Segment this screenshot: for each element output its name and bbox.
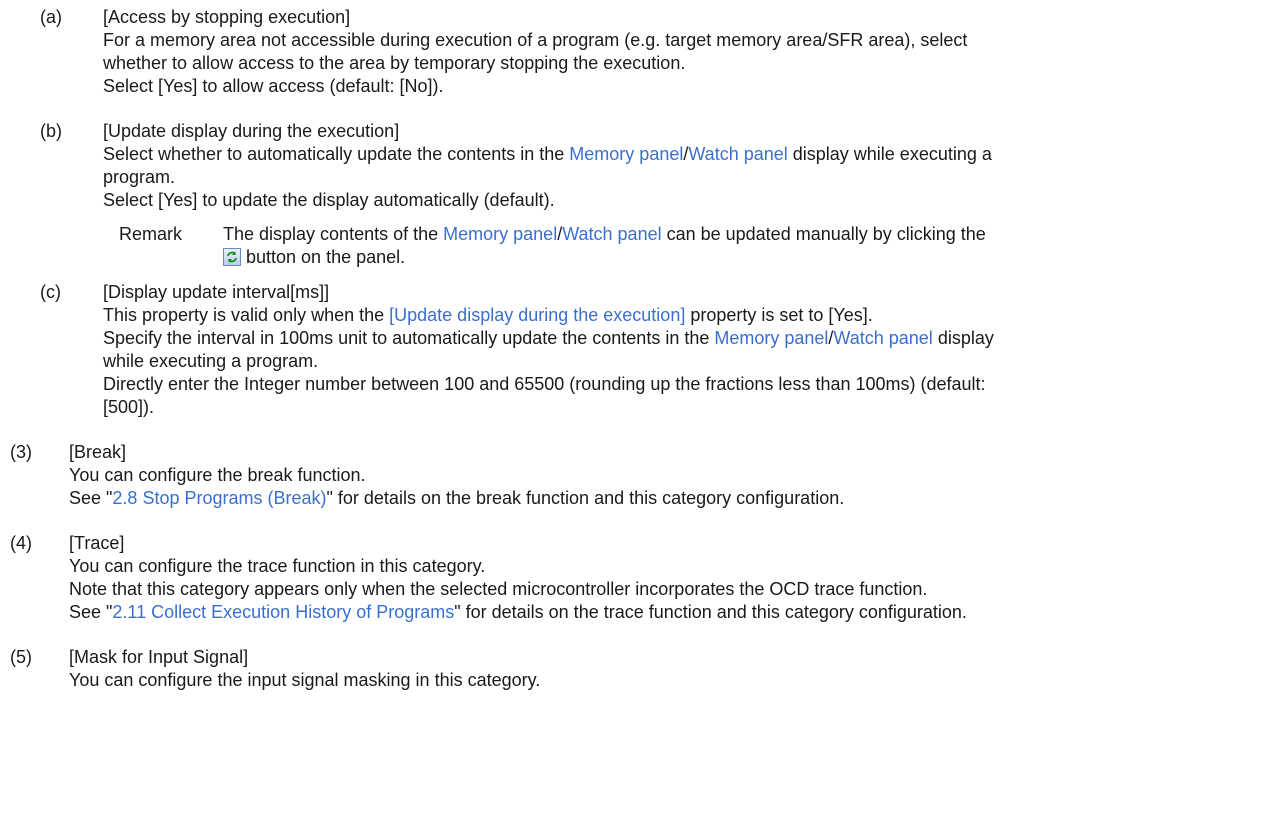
sub-c-line2-pre: Specify the interval in 100ms unit to au… <box>103 328 715 348</box>
remark-line2: button on the panel. <box>223 246 405 268</box>
stop-programs-link[interactable]: 2.8 Stop Programs (Break) <box>112 488 326 508</box>
remark-pre: The display contents of the <box>223 224 444 244</box>
remark-post: can be updated manually by clicking the <box>661 224 986 244</box>
sec3-line2: See "2.8 Stop Programs (Break)" for deta… <box>69 487 844 509</box>
sec5-title: [Mask for Input Signal] <box>69 647 249 667</box>
remark-line2-text: button on the panel. <box>241 247 406 267</box>
sub-b-line1-post: display while executing a <box>787 144 992 164</box>
sec5-line1: You can configure the input signal maski… <box>69 670 541 690</box>
sec4-line3-post: " for details on the trace function and … <box>454 602 967 622</box>
sub-a-title: [Access by stopping execution] <box>103 7 351 27</box>
sub-b-title: [Update display during the execution] <box>103 121 400 141</box>
sec4-label: (4) <box>10 533 32 553</box>
memory-panel-link[interactable]: Memory panel <box>714 328 828 348</box>
sec4-line3-pre: See " <box>69 602 113 622</box>
sub-c-line5: [500]). <box>103 397 155 417</box>
sec3-label: (3) <box>10 442 32 462</box>
remark-label: Remark <box>119 224 183 244</box>
sub-c-line2-post: display <box>932 328 994 348</box>
watch-panel-link[interactable]: Watch panel <box>833 328 932 348</box>
sub-a-label: (a) <box>40 7 62 27</box>
sec3-line2-post: " for details on the break function and … <box>326 488 845 508</box>
sec4-line1: You can configure the trace function in … <box>69 556 486 576</box>
watch-panel-link[interactable]: Watch panel <box>688 144 787 164</box>
remark-line1: The display contents of the Memory panel… <box>223 223 986 245</box>
sub-a-line1: For a memory area not accessible during … <box>103 30 968 50</box>
memory-panel-link[interactable]: Memory panel <box>443 224 557 244</box>
sub-b-line2: program. <box>103 167 176 187</box>
sub-b-line3: Select [Yes] to update the display autom… <box>103 190 555 210</box>
sub-a-line2: whether to allow access to the area by t… <box>103 53 686 73</box>
sec3-line2-pre: See " <box>69 488 113 508</box>
sub-c-line3: while executing a program. <box>103 351 319 371</box>
sec4-line3: See "2.11 Collect Execution History of P… <box>69 601 967 623</box>
sub-c-line1-pre: This property is valid only when the <box>103 305 390 325</box>
sub-b-line1: Select whether to automatically update t… <box>103 143 992 165</box>
sec3-line1: You can configure the break function. <box>69 465 366 485</box>
sub-b-label: (b) <box>40 121 62 141</box>
memory-panel-link[interactable]: Memory panel <box>569 144 683 164</box>
sec3-title: [Break] <box>69 442 127 462</box>
refresh-icon <box>223 248 241 266</box>
update-display-property-link[interactable]: [Update display during the execution] <box>389 305 685 325</box>
sub-c-line1: This property is valid only when the [Up… <box>103 304 873 326</box>
watch-panel-link[interactable]: Watch panel <box>562 224 661 244</box>
sec5-label: (5) <box>10 647 32 667</box>
sec4-title: [Trace] <box>69 533 125 553</box>
sub-b-line1-pre: Select whether to automatically update t… <box>103 144 570 164</box>
sub-a-line3: Select [Yes] to allow access (default: [… <box>103 76 444 96</box>
sub-c-label: (c) <box>40 282 61 302</box>
sub-c-title: [Display update interval[ms]] <box>103 282 330 302</box>
sub-c-line1-post: property is set to [Yes]. <box>685 305 873 325</box>
sub-c-line4: Directly enter the Integer number betwee… <box>103 374 986 394</box>
sub-c-line2: Specify the interval in 100ms unit to au… <box>103 327 994 349</box>
sec4-line2: Note that this category appears only whe… <box>69 579 928 599</box>
collect-history-link[interactable]: 2.11 Collect Execution History of Progra… <box>112 602 454 622</box>
